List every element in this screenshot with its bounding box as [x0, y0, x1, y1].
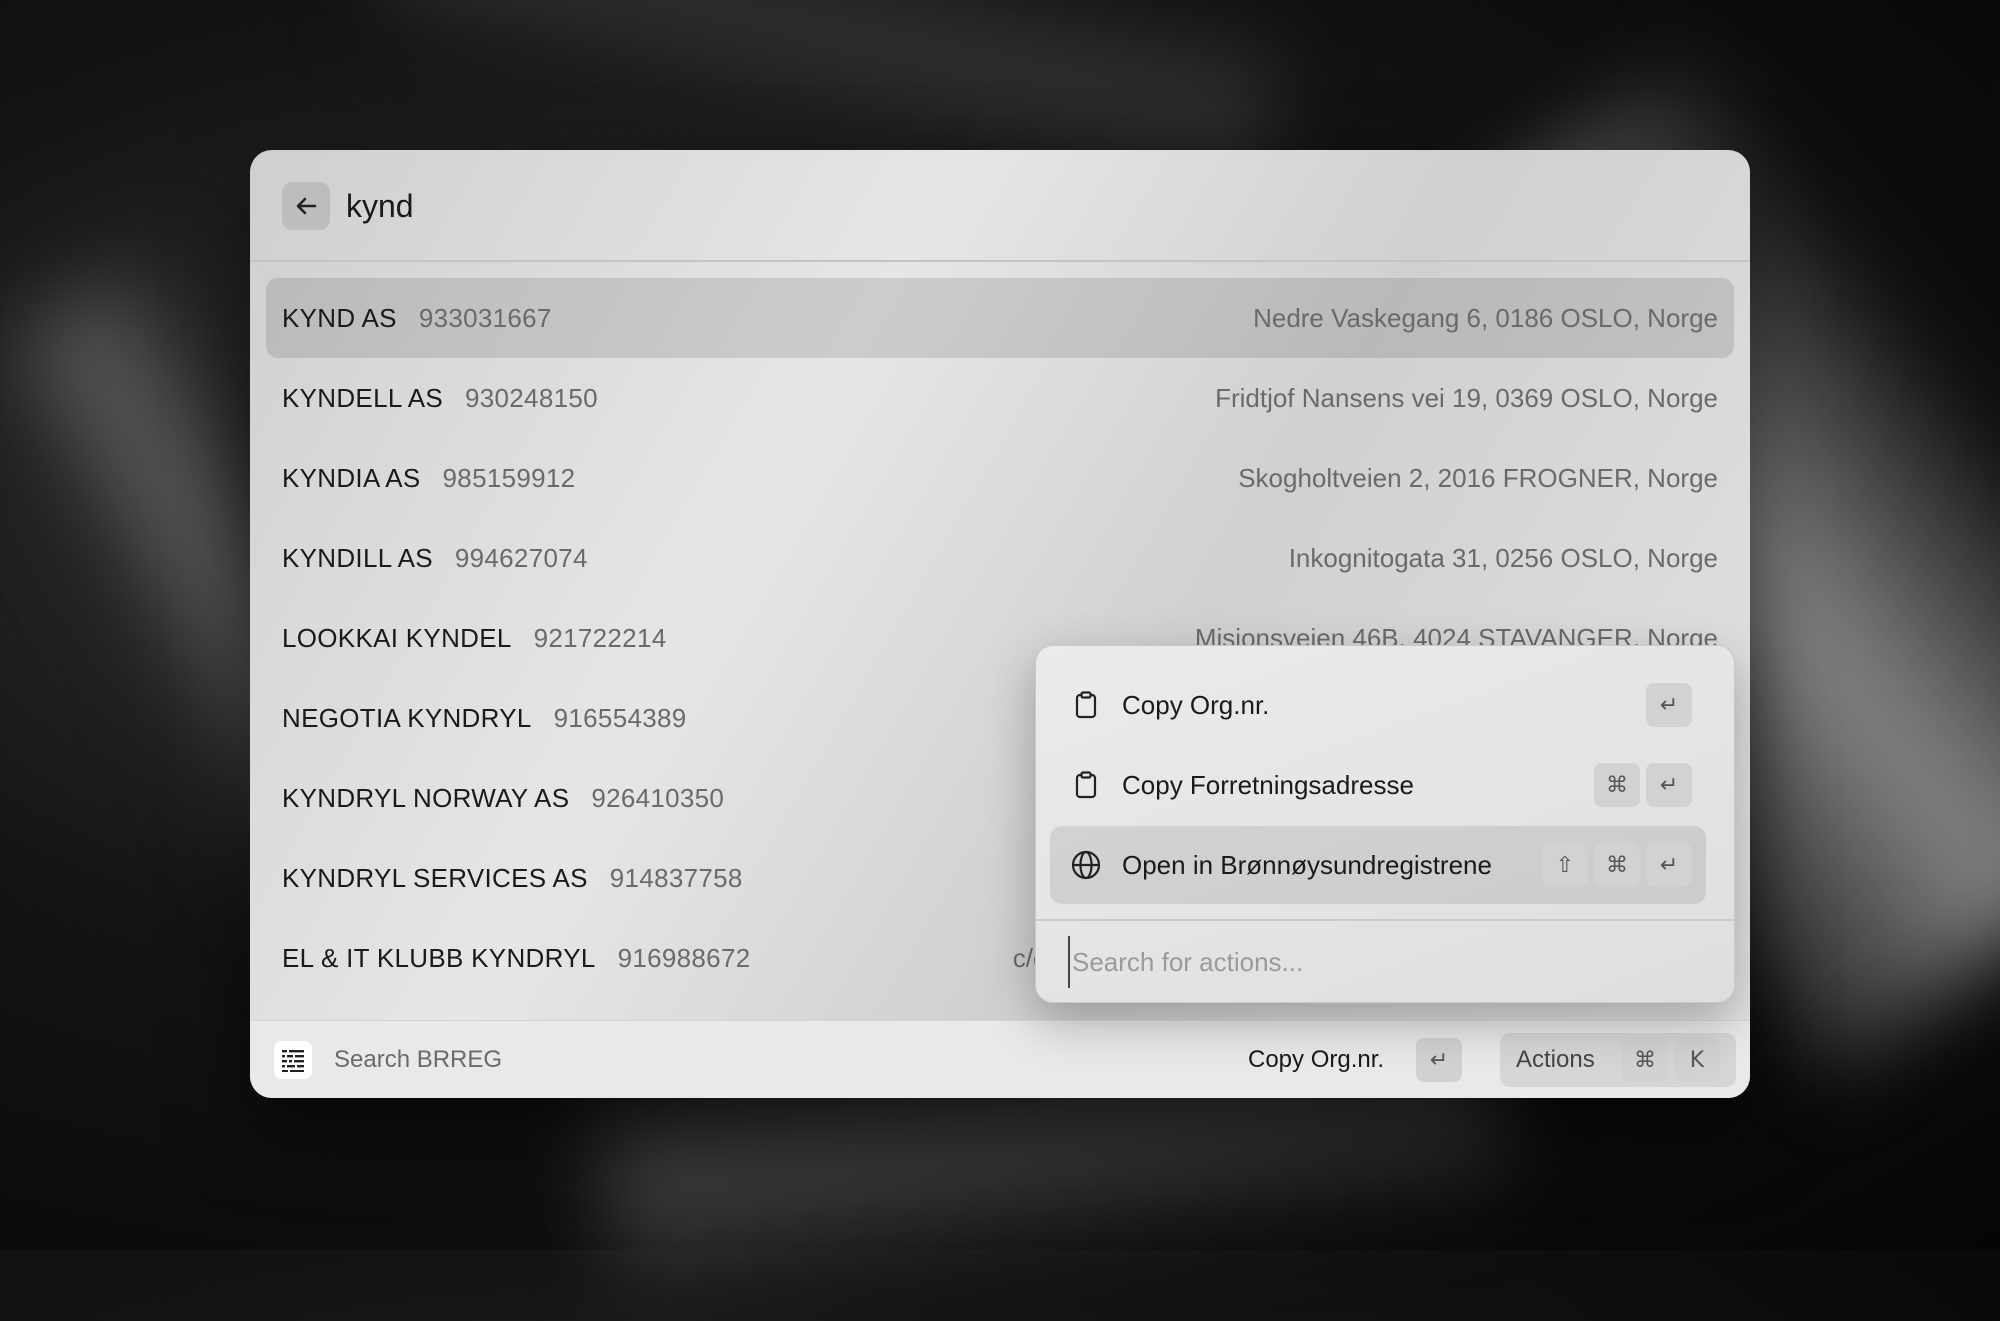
org-number: 933031667 [418, 303, 552, 333]
globe-icon [1070, 849, 1102, 881]
enter-key-hint: ↵ [1646, 763, 1692, 807]
enter-key-hint: ↵ [1646, 843, 1692, 887]
command-key-hint: ⌘ [1622, 1038, 1668, 1082]
enter-key-hint: ↵ [1416, 1038, 1462, 1082]
extension-title: Search BRREG [334, 1046, 503, 1073]
command-key-hint: ⌘ [1594, 843, 1640, 887]
arrow-left-icon [296, 197, 317, 215]
company-name: KYNDIA AS 985159912 [282, 463, 576, 493]
org-number: 985159912 [442, 463, 576, 493]
list-item[interactable]: KYNDELL AS 930248150 Fridtjof Nansens vei… [266, 358, 1734, 438]
org-number: 921722214 [533, 623, 667, 653]
primary-action-label[interactable]: Copy Org.nr. [1248, 1021, 1384, 1098]
clipboard-icon [1070, 769, 1102, 801]
action-copy-org-nr[interactable]: Copy Org.nr. ↵ [1050, 666, 1706, 744]
company-address: Nedre Vaskegang 6, 0186 OSLO, Norge [1253, 303, 1718, 333]
company-name: KYNDILL AS 994627074 [282, 543, 588, 573]
org-number: 930248150 [465, 383, 598, 413]
action-label: Copy Org.nr. [1122, 690, 1270, 720]
company-name: KYNDRYL NORWAY AS 926410350 [282, 783, 725, 813]
clipboard-icon [1070, 689, 1102, 721]
search-header: kynd [250, 150, 1750, 262]
company-name: LOOKKAI KYNDEL 921722214 [282, 623, 667, 653]
back-button[interactable] [282, 182, 330, 230]
action-open-in-bronnoysundregistrene[interactable]: Open in Brønnøysundregistrene ⇧ ⌘ ↵ [1050, 826, 1706, 904]
shortcut-keys: ⇧ ⌘ ↵ [1542, 843, 1692, 887]
list-item[interactable]: KYNDILL AS 994627074 Inkognitogata 31, 02… [266, 518, 1734, 598]
shift-key-hint: ⇧ [1542, 843, 1588, 887]
enter-key-hint: ↵ [1646, 683, 1692, 727]
actions-label: Actions [1516, 1046, 1595, 1073]
shortcut-keys: ⌘ ↵ [1594, 763, 1692, 807]
company-address: Fridtjof Nansens vei 19, 0369 OSLO, Norg… [1215, 383, 1718, 413]
actions-button[interactable]: Actions ⌘ K [1500, 1033, 1736, 1087]
company-address: Inkognitogata 31, 0256 OSLO, Norge [1288, 543, 1718, 573]
company-name: EL & IT KLUBB KYNDRYL 916988672 [282, 943, 751, 973]
list-item[interactable]: KYND AS 933031667 Nedre Vaskegang 6, 0186… [266, 278, 1734, 358]
action-search-input[interactable] [1068, 936, 1694, 988]
command-key-hint: ⌘ [1594, 763, 1640, 807]
company-address: Skogholtveien 2, 2016 FROGNER, Norge [1238, 463, 1718, 493]
org-number: 914837758 [609, 863, 743, 893]
org-number: 916988672 [617, 943, 751, 973]
search-query[interactable]: kynd [346, 184, 414, 228]
divider [1036, 919, 1734, 921]
k-key-hint: K [1674, 1038, 1720, 1082]
action-label: Open in Brønnøysundregistrene [1122, 850, 1492, 880]
company-name: KYNDRYL SERVICES AS 914837758 [282, 863, 743, 893]
action-copy-forretningsadresse[interactable]: Copy Forretningsadresse ⌘ ↵ [1050, 746, 1706, 824]
list-item[interactable]: KYNDIA AS 985159912 Skogholtveien 2, 2016… [266, 438, 1734, 518]
shortcut-keys: ↵ [1646, 683, 1692, 727]
org-number: 926410350 [591, 783, 725, 813]
registry-icon [282, 1050, 304, 1072]
org-number: 916554389 [553, 703, 687, 733]
action-panel: Copy Org.nr. ↵ Copy Forretningsadresse ⌘… [1035, 645, 1735, 1003]
org-number: 994627074 [454, 543, 588, 573]
company-name: KYNDELL AS 930248150 [282, 383, 598, 413]
brreg-app-icon [274, 1041, 312, 1079]
company-name: NEGOTIA KYNDRYL 916554389 [282, 703, 687, 733]
action-label: Copy Forretningsadresse [1122, 770, 1414, 800]
footer-bar: Search BRREG Copy Org.nr. ↵ Actions ⌘ K [250, 1020, 1750, 1098]
company-name: KYND AS 933031667 [282, 303, 552, 333]
